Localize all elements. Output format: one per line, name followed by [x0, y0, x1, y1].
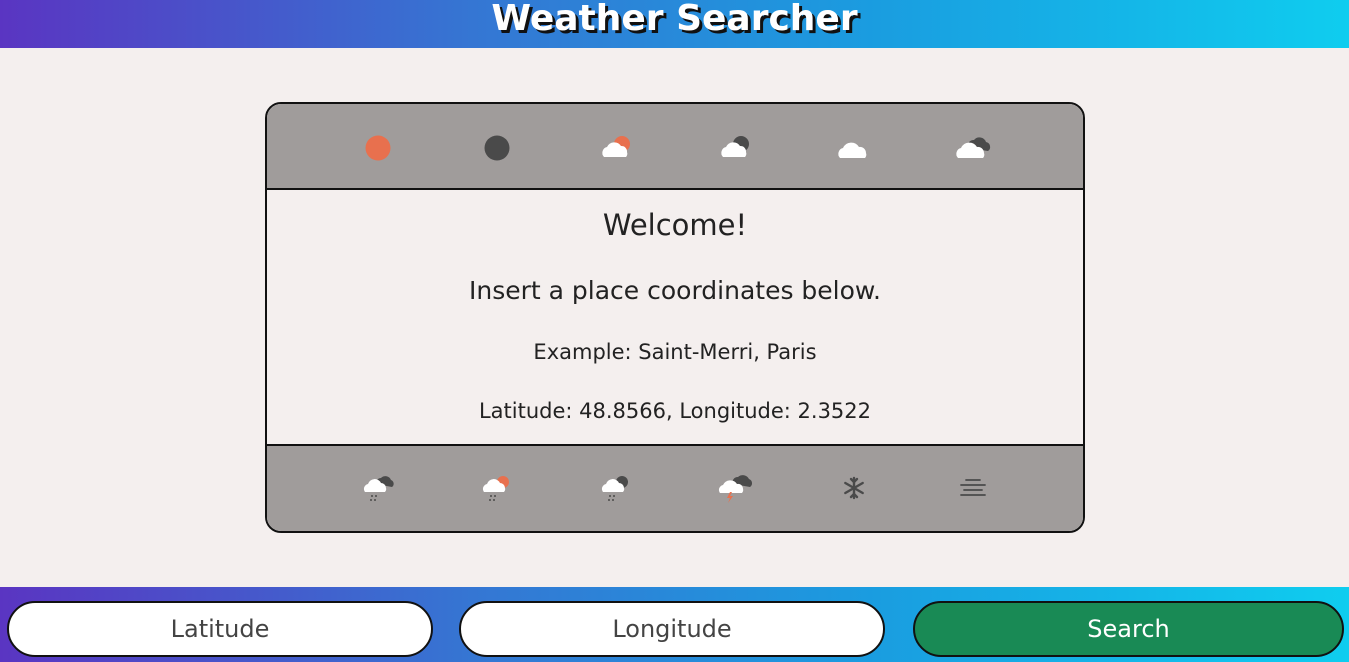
overcast-icon: [953, 128, 993, 168]
search-button[interactable]: Search: [913, 601, 1344, 657]
example-coords-text: Latitude: 48.8566, Longitude: 2.3522: [478, 399, 872, 423]
instruction-text: Insert a place coordinates below.: [468, 276, 882, 305]
snow-icon: [834, 468, 874, 508]
rain-day-icon: [477, 468, 517, 508]
longitude-input[interactable]: [459, 601, 885, 657]
partly-cloudy-day-icon: [596, 128, 636, 168]
page-title: Weather Searcher: [491, 0, 858, 39]
clear-night-icon: [477, 128, 517, 168]
clear-day-icon: [358, 128, 398, 168]
fog-icon: [953, 468, 993, 508]
thunderstorm-icon: [715, 468, 755, 508]
welcome-card: Welcome! Insert a place coordinates belo…: [265, 102, 1085, 533]
rain-icon: [358, 468, 398, 508]
latitude-input[interactable]: [7, 601, 433, 657]
example-place-text: Example: Saint-Merri, Paris: [533, 340, 817, 364]
weather-icons-bottom-row: [267, 444, 1083, 531]
partly-cloudy-night-icon: [715, 128, 755, 168]
cloudy-icon: [834, 128, 874, 168]
rain-night-icon: [596, 468, 636, 508]
search-bar: Search: [0, 587, 1349, 662]
header-bar: Weather Searcher: [0, 0, 1349, 48]
weather-icons-top-row: [267, 104, 1083, 190]
welcome-heading: Welcome!: [602, 208, 748, 242]
